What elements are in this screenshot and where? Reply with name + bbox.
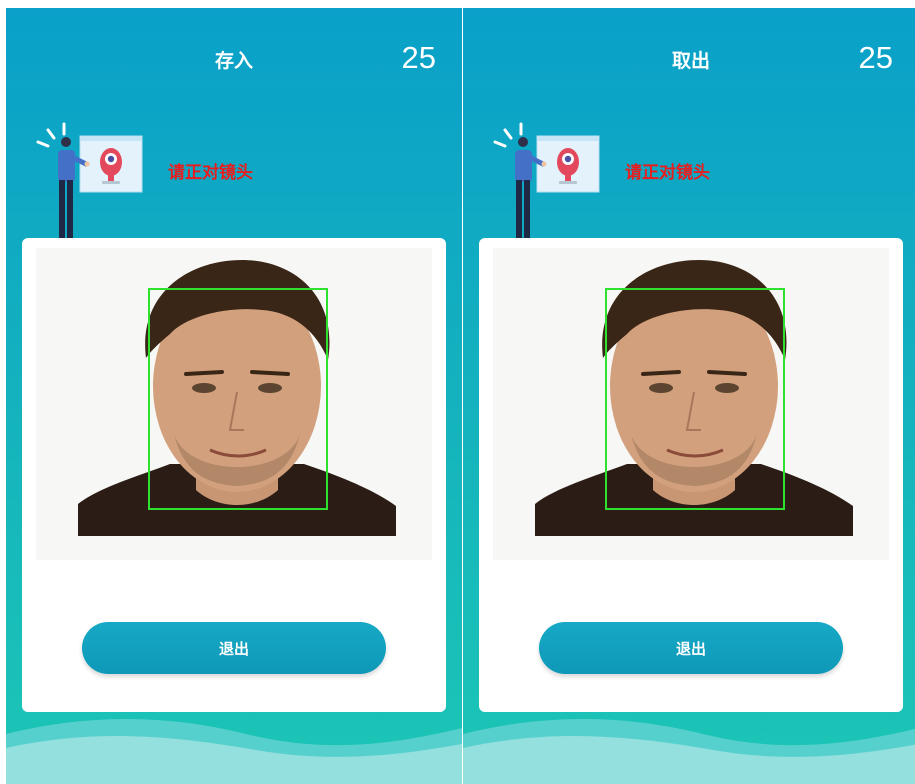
attention-lines-icon — [36, 122, 66, 148]
face-detection-box — [148, 288, 328, 510]
presenter-camera-illustration — [36, 122, 143, 242]
presenter-camera-illustration — [493, 122, 600, 242]
wave-decoration — [6, 719, 462, 784]
exit-button[interactable]: 退出 — [82, 622, 386, 674]
face-detection-box — [605, 288, 785, 510]
countdown-counter: 25 — [401, 40, 436, 75]
deposit-screen: 存入 25 请正对镜头 退出 — [6, 8, 462, 784]
capture-card: 退出 — [22, 238, 446, 712]
exit-button[interactable]: 退出 — [539, 622, 843, 674]
capture-card: 退出 — [479, 238, 903, 712]
countdown-counter: 25 — [858, 40, 893, 75]
face-camera-hint: 请正对镜头 — [625, 163, 710, 183]
withdraw-screen: 取出 25 请正对镜头 退出 — [463, 8, 915, 784]
screen-title: 取出 — [671, 50, 710, 72]
attention-lines-icon — [493, 122, 523, 148]
face-camera-hint: 请正对镜头 — [168, 163, 253, 183]
camera-preview — [493, 248, 889, 560]
screen-title: 存入 — [214, 50, 253, 72]
wave-decoration — [463, 719, 915, 784]
camera-preview — [36, 248, 432, 560]
